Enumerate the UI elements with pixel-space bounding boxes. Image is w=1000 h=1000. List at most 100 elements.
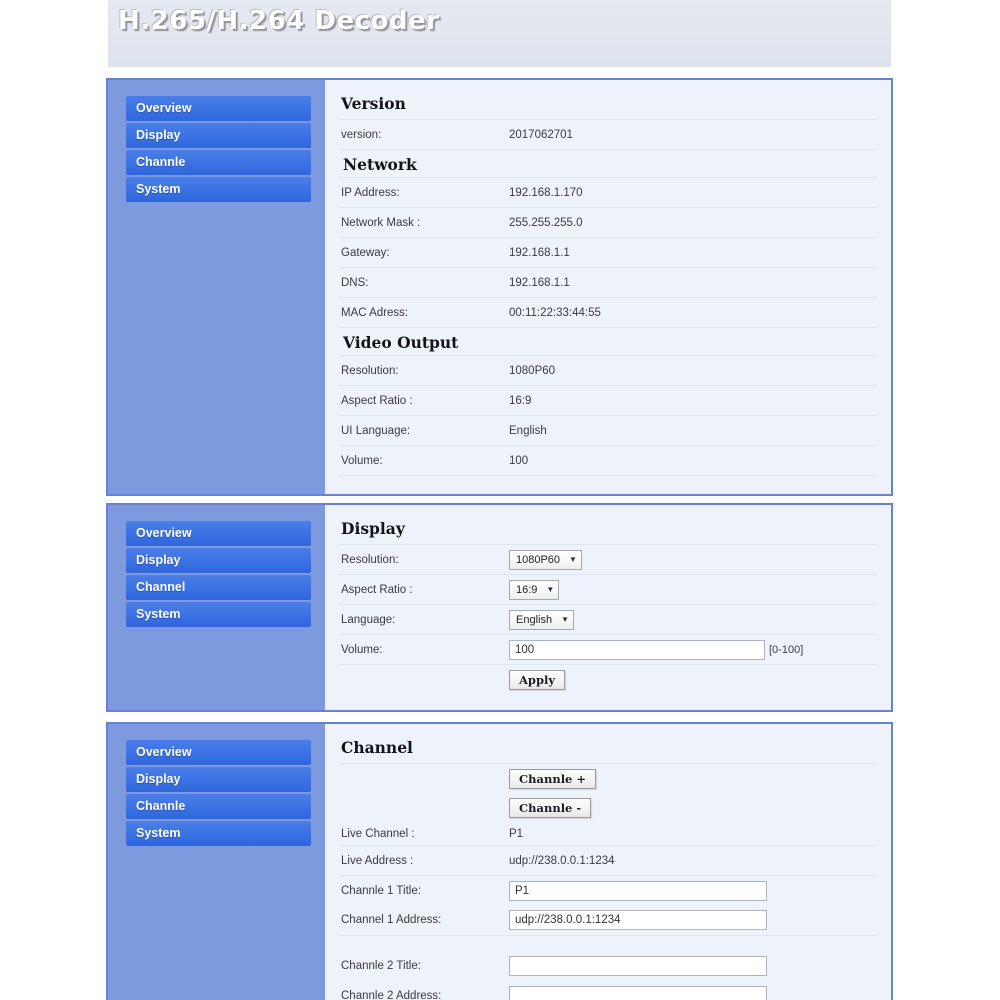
sidebar-item-display[interactable]: Display <box>126 548 311 573</box>
chevron-down-icon: ▼ <box>546 584 555 594</box>
channel-1-title-label: Channle 1 Title: <box>341 884 421 897</box>
aspect-ratio-label: Aspect Ratio : <box>341 583 413 596</box>
sidebar-item-display[interactable]: Display <box>126 123 311 148</box>
sidebar-item-channel[interactable]: Channle <box>126 794 311 819</box>
resolution-select-value: 1080P60 <box>516 553 561 566</box>
row-label: Network Mask : <box>341 216 421 229</box>
language-select[interactable]: English ▼ <box>509 609 574 630</box>
resolution-select[interactable]: 1080P60 ▼ <box>509 549 582 570</box>
row-label: DNS: <box>341 276 369 289</box>
sidebar-overview: Overview Display Channle System <box>108 80 325 494</box>
row-value: 255.255.255.0 <box>509 216 583 229</box>
chevron-down-icon: ▼ <box>561 614 569 624</box>
row-label: IP Address: <box>341 186 400 199</box>
page-title: H.265/H.264 Decoder <box>118 6 440 36</box>
field-row-channel-1-address: Channel 1 Address: <box>339 905 877 935</box>
row-value: English <box>509 424 547 437</box>
row-value: 192.168.1.1 <box>509 276 570 289</box>
field-row-aspect-ratio: Aspect Ratio : 16:9 ▼ <box>339 574 877 604</box>
info-row-version: version: 2017062701 <box>339 119 877 149</box>
field-row-resolution: Resolution: 1080P60 ▼ <box>339 544 877 574</box>
channel-2-address-input[interactable] <box>509 986 767 1000</box>
resolution-label: Resolution: <box>341 553 399 566</box>
section-title-video-output-row: Video Output <box>339 327 877 355</box>
sidebar-item-channel[interactable]: Channel <box>126 575 311 600</box>
channel-minus-row: Channle - <box>339 793 877 823</box>
page-root: H.265/H.264 Decoder Overview Display Cha… <box>0 0 1000 1000</box>
row-divider <box>339 935 877 951</box>
row-value: 2017062701 <box>509 128 573 141</box>
info-row-gateway: Gateway: 192.168.1.1 <box>339 237 877 267</box>
section-title-channel: Channel <box>341 738 413 757</box>
channel-1-address-label: Channel 1 Address: <box>341 914 442 926</box>
aspect-ratio-select[interactable]: 16:9 ▼ <box>509 579 560 600</box>
sidebar-item-overview[interactable]: Overview <box>126 521 311 546</box>
row-value: 192.168.1.170 <box>509 186 583 199</box>
sidebar-item-overview[interactable]: Overview <box>126 96 311 121</box>
info-row-dns: DNS: 192.168.1.1 <box>339 267 877 297</box>
sidebar-item-system[interactable]: System <box>126 821 311 846</box>
sidebar-item-channel[interactable]: Channle <box>126 150 311 175</box>
row-label: version: <box>341 128 382 141</box>
row-label: Aspect Ratio : <box>341 394 413 407</box>
live-channel-label: Live Channel : <box>341 828 415 840</box>
language-select-value: English <box>516 613 553 626</box>
sidebar-channel: Overview Display Channle System <box>108 724 325 1000</box>
sidebar-item-system[interactable]: System <box>126 177 311 202</box>
row-label: Volume: <box>341 454 383 467</box>
apply-row: Apply <box>339 664 877 694</box>
info-row-network-mask: Network Mask : 255.255.255.0 <box>339 207 877 237</box>
sidebar-item-overview[interactable]: Overview <box>126 740 311 765</box>
channel-plus-row: Channle + <box>339 763 877 793</box>
row-value: 1080P60 <box>509 364 556 377</box>
sidebar-display: Overview Display Channel System <box>108 505 325 710</box>
field-row-language: Language: English ▼ <box>339 604 877 634</box>
row-label: UI Language: <box>341 424 411 437</box>
info-row-ip-address: IP Address: 192.168.1.170 <box>339 177 877 207</box>
field-row-volume: Volume: [0-100] <box>339 634 877 664</box>
section-title-network: Network <box>343 155 417 174</box>
channel-content: Channel Channle + Channle - Live Channel… <box>325 724 891 1000</box>
section-title-video-output: Video Output <box>343 333 459 352</box>
info-row-live-address: Live Address : udp://238.0.0.1:1234 <box>339 845 877 875</box>
display-content: Display Resolution: 1080P60 ▼ Aspect Rat… <box>325 505 891 710</box>
info-row-resolution: Resolution: 1080P60 <box>339 355 877 385</box>
section-title-display: Display <box>341 519 405 538</box>
row-divider <box>339 475 877 487</box>
volume-range-hint: [0-100] <box>769 643 804 656</box>
overview-panel: Overview Display Channle System Version … <box>106 78 893 496</box>
row-value: 00:11:22:33:44:55 <box>509 306 601 319</box>
info-row-aspect-ratio: Aspect Ratio : 16:9 <box>339 385 877 415</box>
channel-1-title-input[interactable] <box>509 880 767 901</box>
chevron-down-icon: ▼ <box>569 554 577 564</box>
app-header: H.265/H.264 Decoder <box>108 0 891 67</box>
language-label: Language: <box>341 613 396 626</box>
channel-panel: Overview Display Channle System Channel … <box>106 722 893 1000</box>
section-title-version: Version <box>341 94 406 113</box>
sidebar-item-display[interactable]: Display <box>126 767 311 792</box>
aspect-ratio-select-value: 16:9 <box>516 583 538 596</box>
display-panel: Overview Display Channel System Display … <box>106 503 893 712</box>
apply-button[interactable]: Apply <box>509 669 566 690</box>
row-value: 100 <box>509 454 529 467</box>
channel-minus-button[interactable]: Channle - <box>509 798 592 818</box>
sidebar-item-system[interactable]: System <box>126 602 311 627</box>
section-title-network-row: Network <box>339 149 877 177</box>
row-value: 192.168.1.1 <box>509 246 570 259</box>
info-row-ui-language: UI Language: English <box>339 415 877 445</box>
row-label: Resolution: <box>341 364 399 377</box>
volume-input[interactable] <box>509 639 765 660</box>
info-row-mac-address: MAC Adress: 00:11:22:33:44:55 <box>339 297 877 327</box>
row-label: MAC Adress: <box>341 306 409 319</box>
row-label: Gateway: <box>341 246 390 259</box>
field-row-channel-2-title: Channle 2 Title: <box>339 951 877 981</box>
channel-plus-button[interactable]: Channle + <box>509 768 597 789</box>
field-row-channel-1-title: Channle 1 Title: <box>339 875 877 905</box>
channel-2-title-label: Channle 2 Title: <box>341 960 421 972</box>
channel-2-title-input[interactable] <box>509 956 767 976</box>
info-row-volume: Volume: 100 <box>339 445 877 475</box>
channel-1-address-input[interactable] <box>509 910 767 930</box>
row-value: 16:9 <box>509 394 532 407</box>
live-address-value: udp://238.0.0.1:1234 <box>509 854 615 867</box>
channel-2-address-label: Channle 2 Address: <box>341 990 442 1000</box>
